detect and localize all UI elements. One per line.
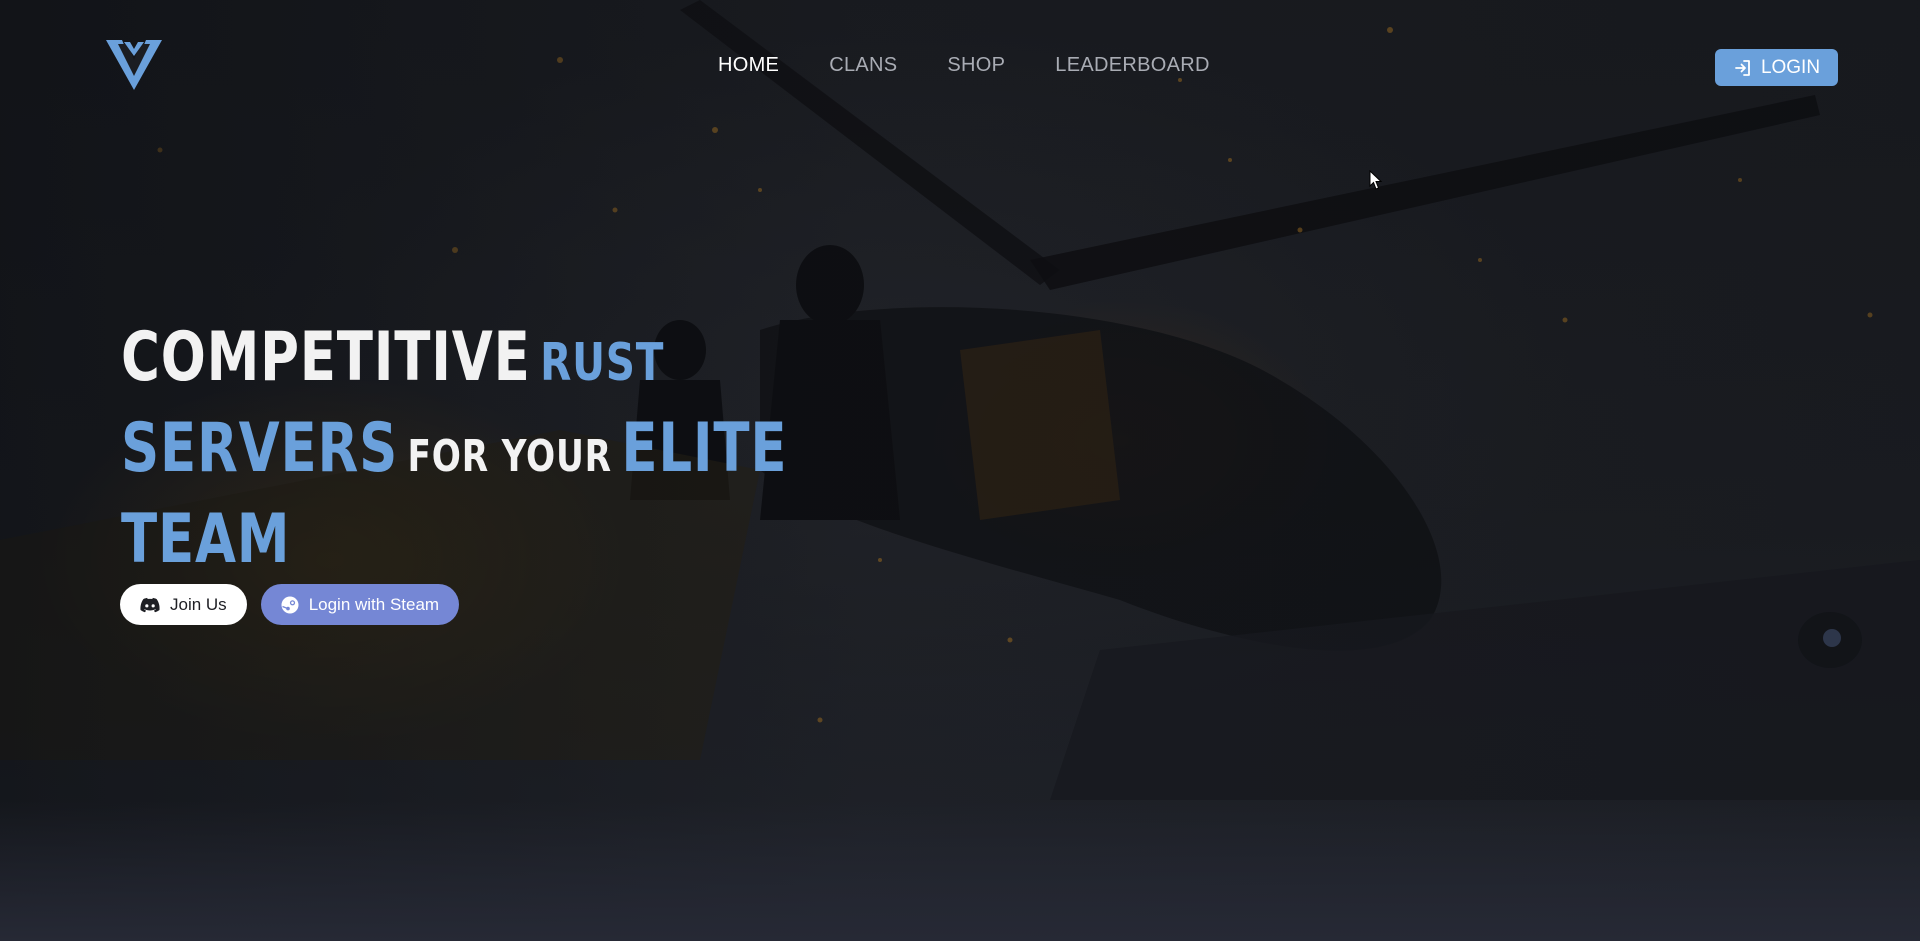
hero-title: COMPETITIVE RUST SERVERS FOR YOUR ELITE …: [121, 318, 787, 591]
login-with-steam-label: Login with Steam: [308, 594, 440, 614]
hero-word-for-your: FOR YOUR: [407, 431, 612, 482]
site-header: HOME CLANS SHOP LEADERBOARD LOGIN: [0, 0, 1920, 130]
login-with-steam-button[interactable]: Login with Steam: [260, 584, 460, 625]
steam-icon: [281, 596, 299, 613]
nav-leaderboard[interactable]: LEADERBOARD: [1055, 54, 1209, 77]
nav-home[interactable]: HOME: [718, 54, 779, 77]
hero-word-competitive: COMPETITIVE: [121, 318, 531, 397]
hero-actions: Join Us Login with Steam: [120, 584, 460, 625]
discord-icon: [140, 597, 160, 612]
main-nav: HOME CLANS SHOP LEADERBOARD: [718, 54, 1210, 77]
login-button[interactable]: LOGIN: [1715, 49, 1838, 86]
login-button-label: LOGIN: [1760, 56, 1821, 78]
brand-logo-icon[interactable]: [104, 38, 164, 92]
login-arrow-icon: [1735, 59, 1750, 76]
hero-word-servers: SERVERS: [121, 409, 399, 488]
mouse-cursor-icon: [1369, 170, 1383, 190]
join-us-label: Join Us: [170, 594, 227, 614]
hero-word-team: TEAM: [121, 500, 291, 579]
nav-clans[interactable]: CLANS: [829, 54, 897, 77]
hero-title-line-1: COMPETITIVE RUST: [121, 318, 663, 409]
join-us-button[interactable]: Join Us: [120, 584, 247, 625]
hero-title-line-3: TEAM: [121, 500, 558, 591]
hero-title-line-2: SERVERS FOR YOUR ELITE: [121, 409, 787, 500]
hero-word-rust: RUST: [540, 333, 665, 393]
nav-shop[interactable]: SHOP: [947, 54, 1005, 77]
hero-word-elite: ELITE: [621, 409, 788, 488]
